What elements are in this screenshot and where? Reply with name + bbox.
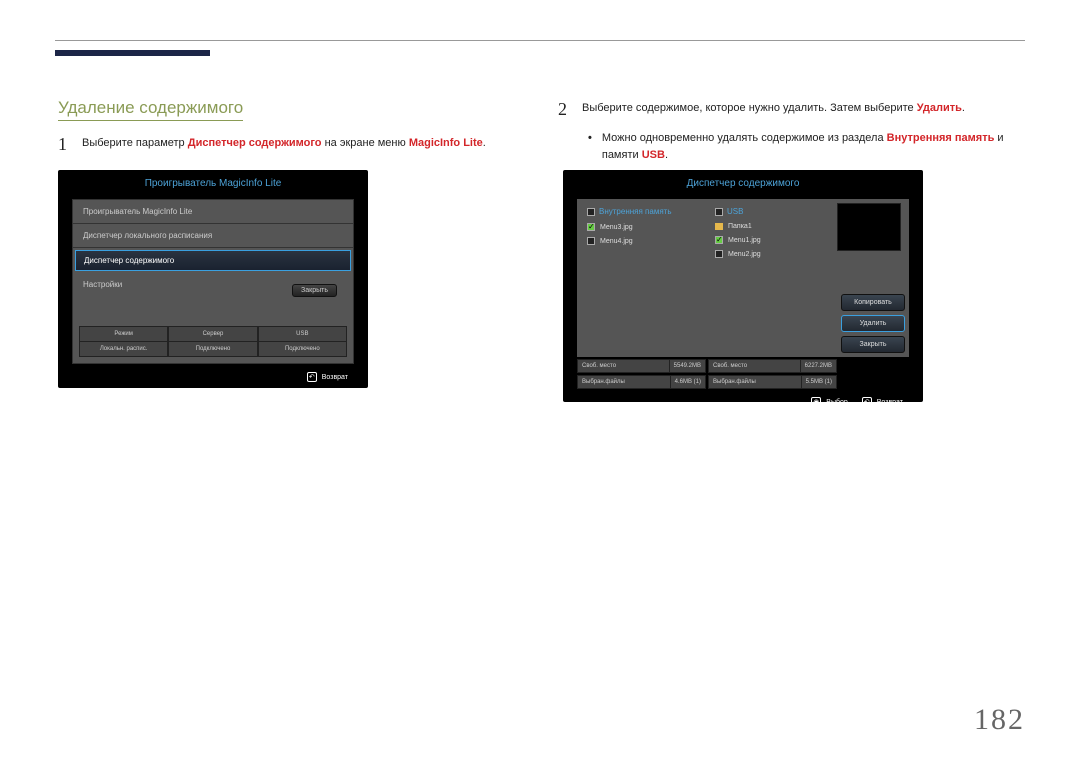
selected-files-internal: Выбран.файлы 4.6MB (1)	[577, 375, 706, 389]
panel1-menu-list: Проигрыватель MagicInfo Lite Диспетчер л…	[73, 200, 353, 308]
left-column: 1 Выберите параметр Диспетчер содержимог…	[58, 135, 508, 163]
copy-button[interactable]: Копировать	[841, 294, 905, 311]
checkbox-icon[interactable]	[715, 208, 723, 216]
free-space-usb: Своб. место 6227.2MB	[708, 359, 837, 373]
step-number: 1	[58, 135, 67, 153]
magicinfo-player-screenshot: Проигрыватель MagicInfo Lite Проигрывате…	[58, 170, 368, 388]
internal-memory-column: Внутренняя память Menu3.jpg Menu4.jpg	[581, 203, 707, 353]
bullet-dot: •	[588, 130, 592, 147]
step-text: Выберите содержимое, которое нужно удали…	[582, 100, 965, 117]
internal-memory-header[interactable]: Внутренняя память	[581, 203, 707, 220]
return-icon	[862, 397, 872, 407]
file-item[interactable]: Menu2.jpg	[709, 247, 835, 261]
header-accent	[55, 50, 210, 56]
usb-column: USB Папка1 Menu1.jpg Menu2.jpg	[709, 203, 835, 353]
panel1-body: Проигрыватель MagicInfo Lite Диспетчер л…	[72, 199, 354, 364]
checkbox-icon[interactable]	[587, 237, 595, 245]
header-rule	[55, 40, 1025, 41]
page-number: 182	[974, 703, 1025, 737]
panel2-footer: ◉ Выбор Возврат	[563, 389, 923, 407]
file-item[interactable]: Menu1.jpg	[709, 233, 835, 247]
menu-item-settings[interactable]: Настройки Закрыть	[73, 273, 353, 308]
return-icon	[307, 372, 317, 382]
preview-box	[837, 203, 901, 251]
selected-files-usb: Выбран.файлы 5.5MB (1)	[708, 375, 837, 389]
usb-header[interactable]: USB	[709, 203, 835, 220]
file-item[interactable]: Menu3.jpg	[581, 220, 707, 234]
step-1: 1 Выберите параметр Диспетчер содержимог…	[58, 135, 508, 153]
menu-item-content-manager[interactable]: Диспетчер содержимого	[75, 250, 351, 271]
step-2: 2 Выберите содержимое, которое нужно уда…	[558, 100, 1028, 118]
select-hint: ◉ Выбор	[811, 397, 847, 407]
return-label: Возврат	[322, 374, 348, 381]
folder-icon	[715, 223, 723, 230]
bullet-note: • Можно одновременно удалять содержимое …	[588, 130, 1028, 163]
return-hint: Возврат	[862, 397, 903, 407]
panel2-body: Внутренняя память Menu3.jpg Menu4.jpg US…	[577, 199, 909, 357]
step-number: 2	[558, 100, 567, 118]
stats-row-2: Выбран.файлы 4.6MB (1) Выбран.файлы 5.5M…	[577, 375, 909, 389]
menu-item-player[interactable]: Проигрыватель MagicInfo Lite	[73, 200, 353, 224]
bullet-text: Можно одновременно удалять содержимое из…	[602, 130, 1028, 163]
section-title: Удаление содержимого	[58, 98, 243, 121]
panel1-footer: Возврат	[58, 364, 368, 382]
checkbox-icon[interactable]	[587, 208, 595, 216]
status-mode: Режим Локальн. распис.	[79, 326, 168, 357]
select-icon: ◉	[811, 397, 821, 407]
checkbox-icon[interactable]	[587, 223, 595, 231]
file-item[interactable]: Папка1	[709, 220, 835, 233]
stats-row-1: Своб. место 5549.2MB Своб. место 6227.2M…	[577, 359, 909, 373]
panel2-action-buttons: Копировать Удалить Закрыть	[841, 294, 905, 353]
right-column: 2 Выберите содержимое, которое нужно уда…	[558, 100, 1028, 163]
delete-button[interactable]: Удалить	[841, 315, 905, 332]
free-space-internal: Своб. место 5549.2MB	[577, 359, 706, 373]
status-server: Сервер Подключено	[168, 326, 257, 357]
status-usb: USB Подключено	[258, 326, 347, 357]
close-button[interactable]: Закрыть	[841, 336, 905, 353]
checkbox-icon[interactable]	[715, 250, 723, 258]
checkbox-icon[interactable]	[715, 236, 723, 244]
panel1-title: Проигрыватель MagicInfo Lite	[58, 170, 368, 199]
close-button[interactable]: Закрыть	[292, 284, 337, 297]
panel1-status-grid: Режим Локальн. распис. Сервер Подключено…	[79, 326, 347, 357]
panel2-title: Диспетчер содержимого	[563, 170, 923, 199]
file-item[interactable]: Menu4.jpg	[581, 234, 707, 248]
step-text: Выберите параметр Диспетчер содержимого …	[82, 135, 486, 152]
content-manager-screenshot: Диспетчер содержимого Внутренняя память …	[563, 170, 923, 402]
menu-item-schedule[interactable]: Диспетчер локального расписания	[73, 224, 353, 248]
